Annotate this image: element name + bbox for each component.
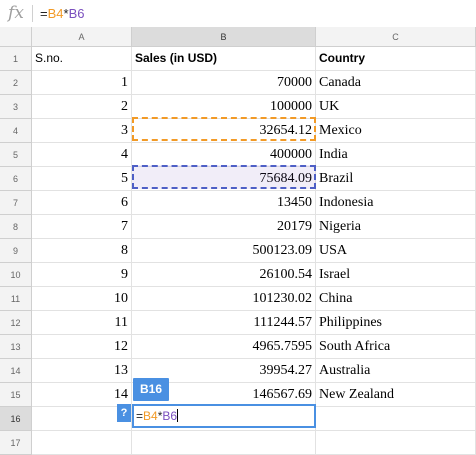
formula-ref-b6: B6 <box>68 6 85 21</box>
cell-a10[interactable]: 9 <box>32 263 132 287</box>
cell-b2[interactable]: 70000 <box>132 71 316 95</box>
row-header-4[interactable]: 4 <box>0 119 32 143</box>
row-header-3[interactable]: 3 <box>0 95 32 119</box>
column-header-a[interactable]: A <box>32 27 132 47</box>
row-header-14[interactable]: 14 <box>0 359 32 383</box>
cell-b4[interactable]: 32654.12 <box>132 119 316 143</box>
row-header-5[interactable]: 5 <box>0 143 32 167</box>
cell-b7[interactable]: 13450 <box>132 191 316 215</box>
cell-a9[interactable]: 8 <box>32 239 132 263</box>
cell-c8[interactable]: Nigeria <box>316 215 476 239</box>
cell-b11[interactable]: 101230.02 <box>132 287 316 311</box>
cell-a17[interactable] <box>32 431 132 455</box>
cell-c10[interactable]: Israel <box>316 263 476 287</box>
column-header-b[interactable]: B <box>132 27 316 47</box>
column-header-c[interactable]: C <box>316 27 476 47</box>
row-header-17[interactable]: 17 <box>0 431 32 455</box>
cell-c15[interactable]: New Zealand <box>316 383 476 407</box>
cell-c17[interactable] <box>316 431 476 455</box>
row-header-2[interactable]: 2 <box>0 71 32 95</box>
formula-bar: fx =B4*B6 <box>0 0 476 28</box>
row-header-11[interactable]: 11 <box>0 287 32 311</box>
cell-editor-b16[interactable]: =B4*B6 <box>132 404 316 428</box>
cell-a12[interactable]: 11 <box>32 311 132 335</box>
formula-help-button[interactable]: ? <box>117 404 131 422</box>
cell-b12[interactable]: 111244.57 <box>132 311 316 335</box>
cell-b1[interactable]: Sales (in USD) <box>132 47 316 71</box>
row-header-15[interactable]: 15 <box>0 383 32 407</box>
cell-c16[interactable] <box>316 407 476 431</box>
cell-a2[interactable]: 1 <box>32 71 132 95</box>
row-header-9[interactable]: 9 <box>0 239 32 263</box>
select-all-corner[interactable] <box>0 27 32 47</box>
cell-c3[interactable]: UK <box>316 95 476 119</box>
cell-c5[interactable]: India <box>316 143 476 167</box>
cell-c4[interactable]: Mexico <box>316 119 476 143</box>
formula-equals: = <box>40 6 48 21</box>
editor-ref-b4: B4 <box>143 409 158 423</box>
cell-a6[interactable]: 5 <box>32 167 132 191</box>
cell-b13[interactable]: 4965.7595 <box>132 335 316 359</box>
cell-a1[interactable]: S.no. <box>32 47 132 71</box>
cell-c6[interactable]: Brazil <box>316 167 476 191</box>
cell-c7[interactable]: Indonesia <box>316 191 476 215</box>
cell-a3[interactable]: 2 <box>32 95 132 119</box>
editor-equals: = <box>136 409 144 423</box>
cell-b9[interactable]: 500123.09 <box>132 239 316 263</box>
cell-c13[interactable]: South Africa <box>316 335 476 359</box>
cell-b3[interactable]: 100000 <box>132 95 316 119</box>
row-header-12[interactable]: 12 <box>0 311 32 335</box>
row-header-13[interactable]: 13 <box>0 335 32 359</box>
cell-a14[interactable]: 13 <box>32 359 132 383</box>
cell-b8[interactable]: 20179 <box>132 215 316 239</box>
cell-b6[interactable]: 75684.09 <box>132 167 316 191</box>
cell-c12[interactable]: Philippines <box>316 311 476 335</box>
row-header-6[interactable]: 6 <box>0 167 32 191</box>
cell-c1[interactable]: Country <box>316 47 476 71</box>
editor-ref-b6: B6 <box>162 409 178 423</box>
cell-a5[interactable]: 4 <box>32 143 132 167</box>
cell-a7[interactable]: 6 <box>32 191 132 215</box>
active-cell-tag: B16 <box>133 378 169 401</box>
formula-ref-b4: B4 <box>47 6 64 21</box>
fx-icon: fx <box>8 3 24 23</box>
row-header-1[interactable]: 1 <box>0 47 32 71</box>
text-caret <box>177 409 179 422</box>
cell-c11[interactable]: China <box>316 287 476 311</box>
cell-c9[interactable]: USA <box>316 239 476 263</box>
divider <box>32 5 33 22</box>
cell-b10[interactable]: 26100.54 <box>132 263 316 287</box>
cell-a4[interactable]: 3 <box>32 119 132 143</box>
cell-b5[interactable]: 400000 <box>132 143 316 167</box>
cell-b17[interactable] <box>132 431 316 455</box>
row-header-16[interactable]: 16 <box>0 407 32 431</box>
row-header-10[interactable]: 10 <box>0 263 32 287</box>
row-header-8[interactable]: 8 <box>0 215 32 239</box>
cell-c14[interactable]: Australia <box>316 359 476 383</box>
cell-a11[interactable]: 10 <box>32 287 132 311</box>
cell-a13[interactable]: 12 <box>32 335 132 359</box>
row-header-7[interactable]: 7 <box>0 191 32 215</box>
formula-input[interactable]: =B4*B6 <box>40 0 84 27</box>
cell-c2[interactable]: Canada <box>316 71 476 95</box>
cell-a8[interactable]: 7 <box>32 215 132 239</box>
